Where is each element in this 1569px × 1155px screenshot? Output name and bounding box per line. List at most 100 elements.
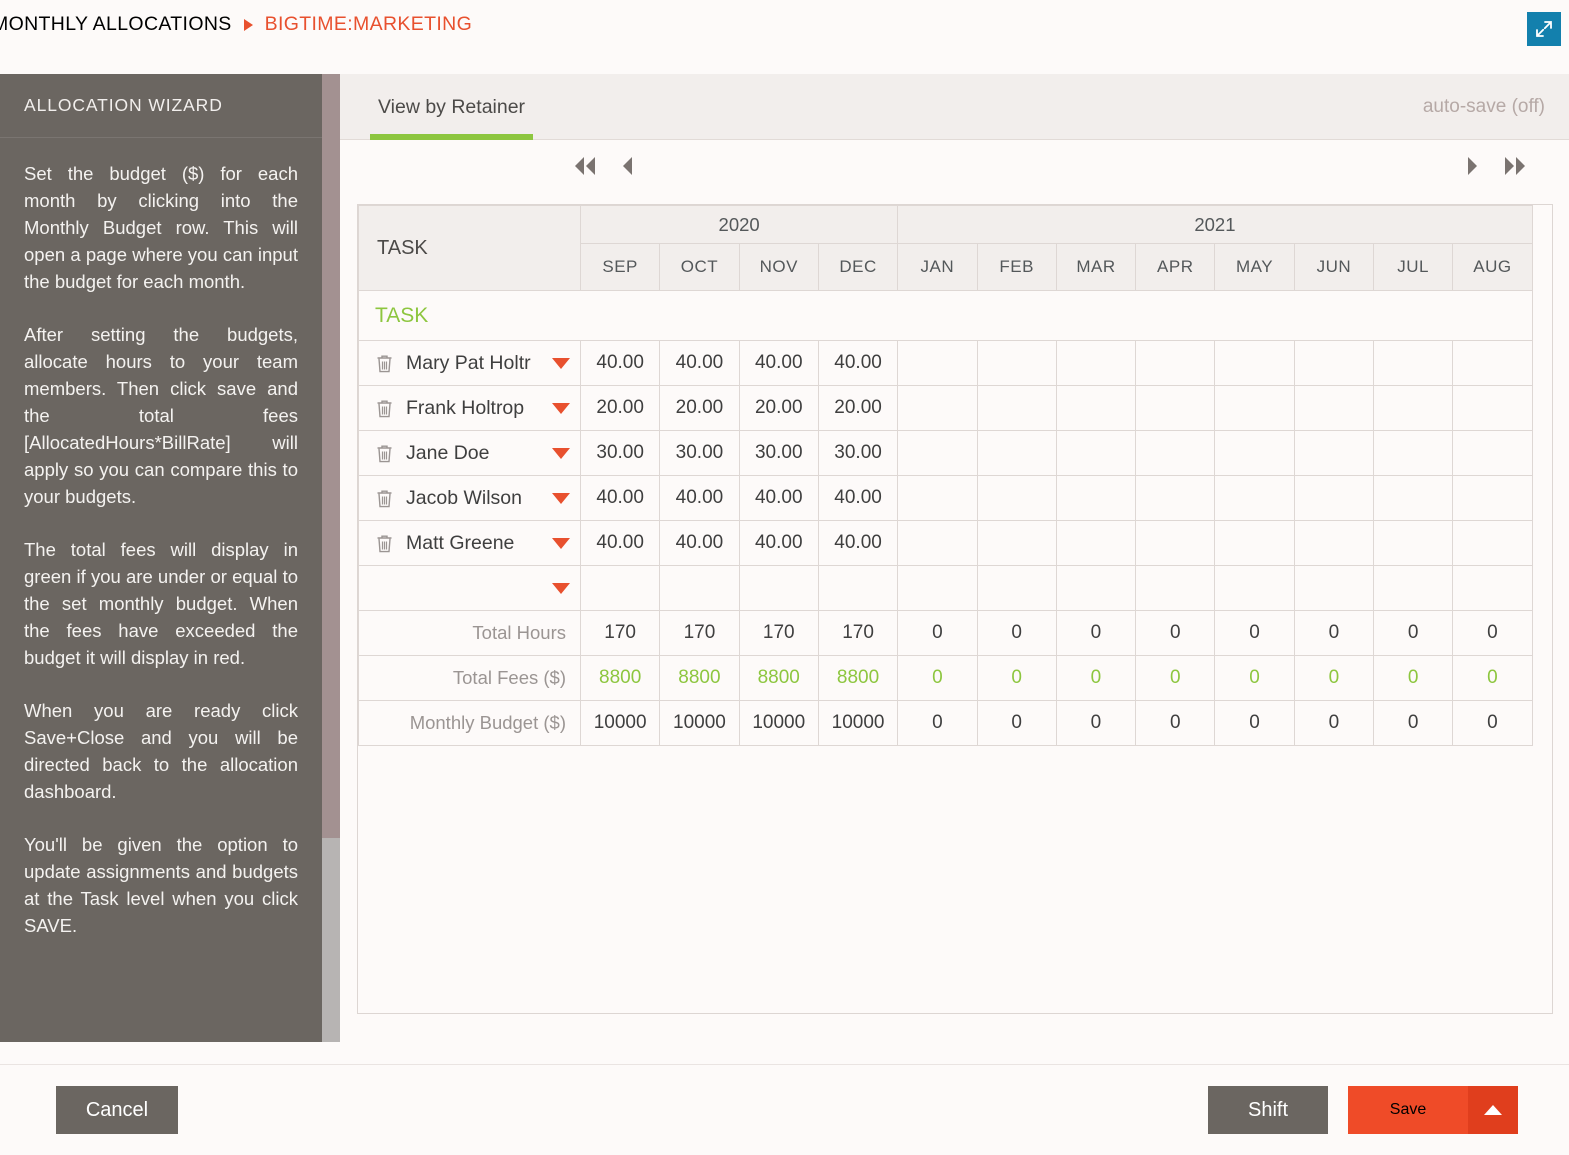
cell-value[interactable] [976,340,1057,386]
cell-value[interactable] [1055,475,1137,521]
cell-value[interactable] [1135,475,1216,521]
cell-value[interactable] [1293,385,1375,431]
auto-save-status[interactable]: auto-save (off) [1423,74,1545,140]
breadcrumb-parent[interactable]: MONTHLY ALLOCATIONS [0,13,232,36]
cell-value[interactable] [897,430,978,476]
caret-down-icon[interactable] [552,447,570,459]
totals-value[interactable]: 10000 [579,700,661,746]
totals-value[interactable]: 0 [1293,700,1375,746]
double-chevron-left-icon[interactable] [572,154,598,178]
row-name-cell[interactable]: Mary Pat Holtr [358,340,581,386]
cell-value[interactable] [579,565,661,611]
cell-value[interactable]: 40.00 [738,475,819,521]
cell-value[interactable]: 40.00 [817,520,899,566]
cell-value[interactable] [1293,430,1375,476]
table-row-empty[interactable] [358,565,1533,611]
trash-icon[interactable] [375,353,394,374]
cell-value[interactable]: 40.00 [659,520,740,566]
cell-value[interactable]: 40.00 [738,340,819,386]
cell-value[interactable]: 40.00 [817,475,899,521]
totals-value[interactable]: 0 [1452,700,1533,746]
cell-value[interactable]: 20.00 [659,385,740,431]
cell-value[interactable]: 20.00 [817,385,899,431]
cancel-button[interactable]: Cancel [56,1086,178,1134]
table-row[interactable]: Frank Holtrop 20.00 20.00 20.00 20.00 [358,385,1533,431]
cell-value[interactable] [1214,520,1295,566]
cell-value[interactable] [1135,385,1216,431]
cell-value[interactable]: 30.00 [817,430,899,476]
cell-value[interactable] [1055,520,1137,566]
cell-value[interactable] [1452,385,1533,431]
cell-value[interactable] [1452,340,1533,386]
cell-value[interactable] [976,385,1057,431]
cell-value[interactable] [1055,340,1137,386]
totals-value[interactable]: 10000 [817,700,899,746]
table-row[interactable]: Jacob Wilson 40.00 40.00 40.00 40.00 [358,475,1533,521]
cell-value[interactable] [1214,475,1295,521]
cell-value[interactable] [897,520,978,566]
caret-down-icon[interactable] [552,357,570,369]
cell-value[interactable] [1452,520,1533,566]
cell-value[interactable] [1214,565,1295,611]
cell-value[interactable] [1372,385,1454,431]
shift-button[interactable]: Shift [1208,1086,1328,1134]
cell-value[interactable] [1293,475,1375,521]
trash-icon[interactable] [375,488,394,509]
row-name-cell[interactable]: Jane Doe [358,430,581,476]
cell-value[interactable]: 40.00 [659,340,740,386]
cell-value[interactable]: 40.00 [579,340,661,386]
chevron-right-icon[interactable] [1465,154,1480,178]
totals-row-monthly-budget[interactable]: Monthly Budget ($) 10000 10000 10000 100… [358,700,1533,746]
cell-value[interactable] [1452,430,1533,476]
cell-value[interactable] [1372,430,1454,476]
totals-value[interactable]: 0 [1372,700,1454,746]
cell-value[interactable]: 40.00 [579,520,661,566]
cell-value[interactable] [1055,385,1137,431]
cell-value[interactable] [1135,520,1216,566]
cell-value[interactable] [817,565,899,611]
trash-icon[interactable] [375,398,394,419]
totals-value[interactable]: 0 [976,700,1057,746]
cell-value[interactable]: 20.00 [579,385,661,431]
cell-value[interactable] [976,430,1057,476]
cell-value[interactable] [1214,385,1295,431]
cell-value[interactable] [1372,565,1454,611]
cell-value[interactable] [897,385,978,431]
cell-value[interactable] [1452,565,1533,611]
caret-down-icon[interactable] [552,537,570,549]
cell-value[interactable] [976,520,1057,566]
row-name-cell[interactable]: Matt Greene [358,520,581,566]
cell-value[interactable] [1214,430,1295,476]
breadcrumb-current[interactable]: BIGTIME:MARKETING [265,13,472,36]
row-name-cell-empty[interactable] [358,565,581,611]
row-name-cell[interactable]: Jacob Wilson [358,475,581,521]
totals-value[interactable]: 0 [897,700,978,746]
table-row[interactable]: Jane Doe 30.00 30.00 30.00 30.00 [358,430,1533,476]
expand-arrows-icon[interactable] [1527,12,1561,46]
cell-value[interactable]: 40.00 [738,520,819,566]
table-row[interactable]: Mary Pat Holtr 40.00 40.00 40.00 40.00 [358,340,1533,386]
cell-value[interactable] [897,475,978,521]
totals-value[interactable]: 0 [1135,700,1216,746]
chevron-left-icon[interactable] [620,154,635,178]
cell-value[interactable] [1055,430,1137,476]
totals-value[interactable]: 0 [1055,700,1137,746]
sidebar-scrollbar-track[interactable] [322,74,340,1042]
totals-value[interactable]: 10000 [659,700,740,746]
cell-value[interactable] [1214,340,1295,386]
cell-value[interactable] [976,565,1057,611]
row-name-cell[interactable]: Frank Holtrop [358,385,581,431]
cell-value[interactable] [976,475,1057,521]
save-button[interactable]: Save [1348,1086,1468,1134]
cell-value[interactable]: 30.00 [659,430,740,476]
caret-down-icon[interactable] [552,582,570,594]
cell-value[interactable] [1135,340,1216,386]
cell-value[interactable] [1372,475,1454,521]
cell-value[interactable] [1293,340,1375,386]
trash-icon[interactable] [375,443,394,464]
save-dropdown-button[interactable] [1468,1086,1518,1134]
table-row[interactable]: Matt Greene 40.00 40.00 40.00 40.00 [358,520,1533,566]
cell-value[interactable] [897,340,978,386]
cell-value[interactable]: 20.00 [738,385,819,431]
cell-value[interactable] [897,565,978,611]
